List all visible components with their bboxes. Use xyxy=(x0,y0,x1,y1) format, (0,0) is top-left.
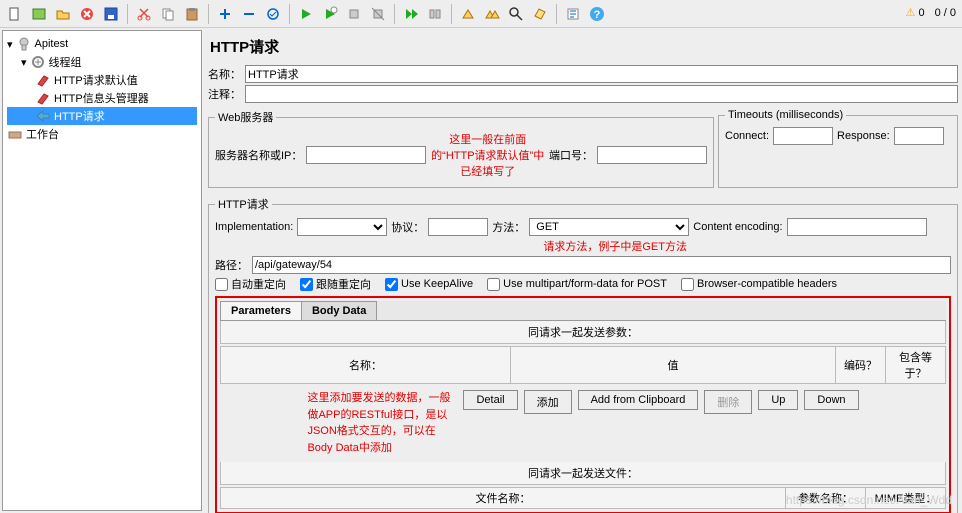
test-plan-tree[interactable]: ▾Apitest ▾线程组 HTTP请求默认值 HTTP信息头管理器 HTTP请… xyxy=(2,30,202,511)
method-note: 请求方法，例子中是GET方法 xyxy=(543,238,687,254)
web-note: 这里一般在前面的“HTTP请求默认值”中已经填写了 xyxy=(430,131,545,179)
impl-label: Implementation: xyxy=(215,221,293,233)
comment-label: 注释： xyxy=(208,86,241,102)
start-icon[interactable] xyxy=(295,3,317,25)
tree-workbench[interactable]: 工作台 xyxy=(7,125,197,143)
clear-icon[interactable] xyxy=(457,3,479,25)
impl-select[interactable] xyxy=(297,218,387,236)
enc-label: Content encoding: xyxy=(693,221,782,233)
name-label: 名称： xyxy=(208,66,241,82)
comment-input[interactable] xyxy=(245,85,958,103)
server-input[interactable] xyxy=(306,146,426,164)
name-input[interactable] xyxy=(245,65,958,83)
help-icon[interactable]: ? xyxy=(586,3,608,25)
timeouts-legend: Timeouts (milliseconds) xyxy=(725,109,846,121)
enc-input[interactable] xyxy=(787,218,927,236)
remote-stop-icon[interactable] xyxy=(424,3,446,25)
params-table[interactable]: 名称： 值 编码？ 包含等于？ xyxy=(220,346,946,384)
chk-auto[interactable]: 自动重定向 xyxy=(215,276,286,292)
open-icon[interactable] xyxy=(52,3,74,25)
proto-label: 协议： xyxy=(391,219,424,235)
shutdown-icon[interactable] xyxy=(367,3,389,25)
port-label: 端口号： xyxy=(549,147,593,163)
warn-count: ⚠ 0 xyxy=(906,6,925,19)
tree-root[interactable]: ▾Apitest xyxy=(7,35,197,53)
server-label: 服务器名称或IP： xyxy=(215,147,302,163)
col-name: 名称： xyxy=(221,347,511,384)
tree-header-manager[interactable]: HTTP信息头管理器 xyxy=(7,89,197,107)
remote-start-icon[interactable] xyxy=(400,3,422,25)
chk-multipart[interactable]: Use multipart/form-data for POST xyxy=(487,278,667,291)
col-value: 值 xyxy=(511,347,836,384)
tree-http-request[interactable]: HTTP请求 xyxy=(7,107,197,125)
path-label: 路径： xyxy=(215,257,248,273)
method-select[interactable]: GET xyxy=(529,218,689,236)
start-notimer-icon[interactable] xyxy=(319,3,341,25)
save-icon[interactable] xyxy=(100,3,122,25)
send-params-label: 同请求一起发送参数： xyxy=(220,321,946,344)
col-paramname: 参数名称： xyxy=(786,488,866,509)
reset-search-icon[interactable] xyxy=(529,3,551,25)
tab-parameters[interactable]: Parameters xyxy=(220,301,302,320)
expand-icon[interactable] xyxy=(214,3,236,25)
connect-input[interactable] xyxy=(773,127,833,145)
toggle-icon[interactable] xyxy=(262,3,284,25)
btn-clipboard[interactable]: Add from Clipboard xyxy=(578,390,699,410)
thread-count: 0 / 0 xyxy=(935,7,956,19)
svg-text:?: ? xyxy=(594,9,601,21)
function-icon[interactable] xyxy=(562,3,584,25)
path-input[interactable] xyxy=(252,256,951,274)
send-files-label: 同请求一起发送文件： xyxy=(220,462,946,485)
btn-add-param[interactable]: 添加 xyxy=(524,390,572,414)
col-equals: 包含等于？ xyxy=(886,347,946,384)
http-legend: HTTP请求 xyxy=(215,196,272,212)
chk-browser[interactable]: Browser-compatible headers xyxy=(681,278,837,291)
web-legend: Web服务器 xyxy=(215,109,276,125)
files-table[interactable]: 文件名称： 参数名称： MIME类型： xyxy=(220,487,946,509)
btn-detail[interactable]: Detail xyxy=(463,390,517,410)
content-panel: HTTP请求 名称： 注释： Web服务器 服务器名称或IP： 这里一般在前面的… xyxy=(204,28,962,513)
chk-follow[interactable]: 跟随重定向 xyxy=(300,276,371,292)
col-mime: MIME类型： xyxy=(866,488,946,509)
cut-icon[interactable] xyxy=(133,3,155,25)
col-encode: 编码？ xyxy=(836,347,886,384)
btn-up[interactable]: Up xyxy=(758,390,798,410)
stop-icon[interactable] xyxy=(343,3,365,25)
http-request-group: HTTP请求 Implementation: 协议： 方法： GET Conte… xyxy=(208,196,958,513)
proto-input[interactable] xyxy=(428,218,488,236)
tree-threadgroup[interactable]: ▾线程组 xyxy=(7,53,197,71)
response-input[interactable] xyxy=(894,127,944,145)
method-label: 方法： xyxy=(492,219,525,235)
timeouts-group: Timeouts (milliseconds) Connect: Respons… xyxy=(718,109,958,188)
port-input[interactable] xyxy=(597,146,707,164)
connect-label: Connect: xyxy=(725,130,769,142)
clear-all-icon[interactable] xyxy=(481,3,503,25)
status-bar: ⚠ 0 0 / 0 xyxy=(906,6,956,19)
btn-delete-param[interactable]: 删除 xyxy=(704,390,752,414)
response-label: Response: xyxy=(837,130,890,142)
btn-down[interactable]: Down xyxy=(804,390,858,410)
panel-title: HTTP请求 xyxy=(208,32,958,63)
paste-icon[interactable] xyxy=(181,3,203,25)
web-server-group: Web服务器 服务器名称或IP： 这里一般在前面的“HTTP请求默认值”中已经填… xyxy=(208,109,714,188)
search-icon[interactable] xyxy=(505,3,527,25)
templates-icon[interactable] xyxy=(28,3,50,25)
params-note: 这里添加要发送的数据，一般做APP的RESTful接口，是以JSON格式交互的，… xyxy=(307,390,457,456)
tree-http-defaults[interactable]: HTTP请求默认值 xyxy=(7,71,197,89)
close-icon[interactable] xyxy=(76,3,98,25)
collapse-icon[interactable] xyxy=(238,3,260,25)
tab-body-data[interactable]: Body Data xyxy=(301,301,377,320)
new-icon[interactable] xyxy=(4,3,26,25)
main-toolbar: ? ⚠ 0 0 / 0 xyxy=(0,0,962,28)
params-section: Parameters Body Data 同请求一起发送参数： 名称： 值 编码… xyxy=(215,296,951,513)
chk-keepalive[interactable]: Use KeepAlive xyxy=(385,278,473,291)
copy-icon[interactable] xyxy=(157,3,179,25)
col-filename: 文件名称： xyxy=(221,488,786,509)
